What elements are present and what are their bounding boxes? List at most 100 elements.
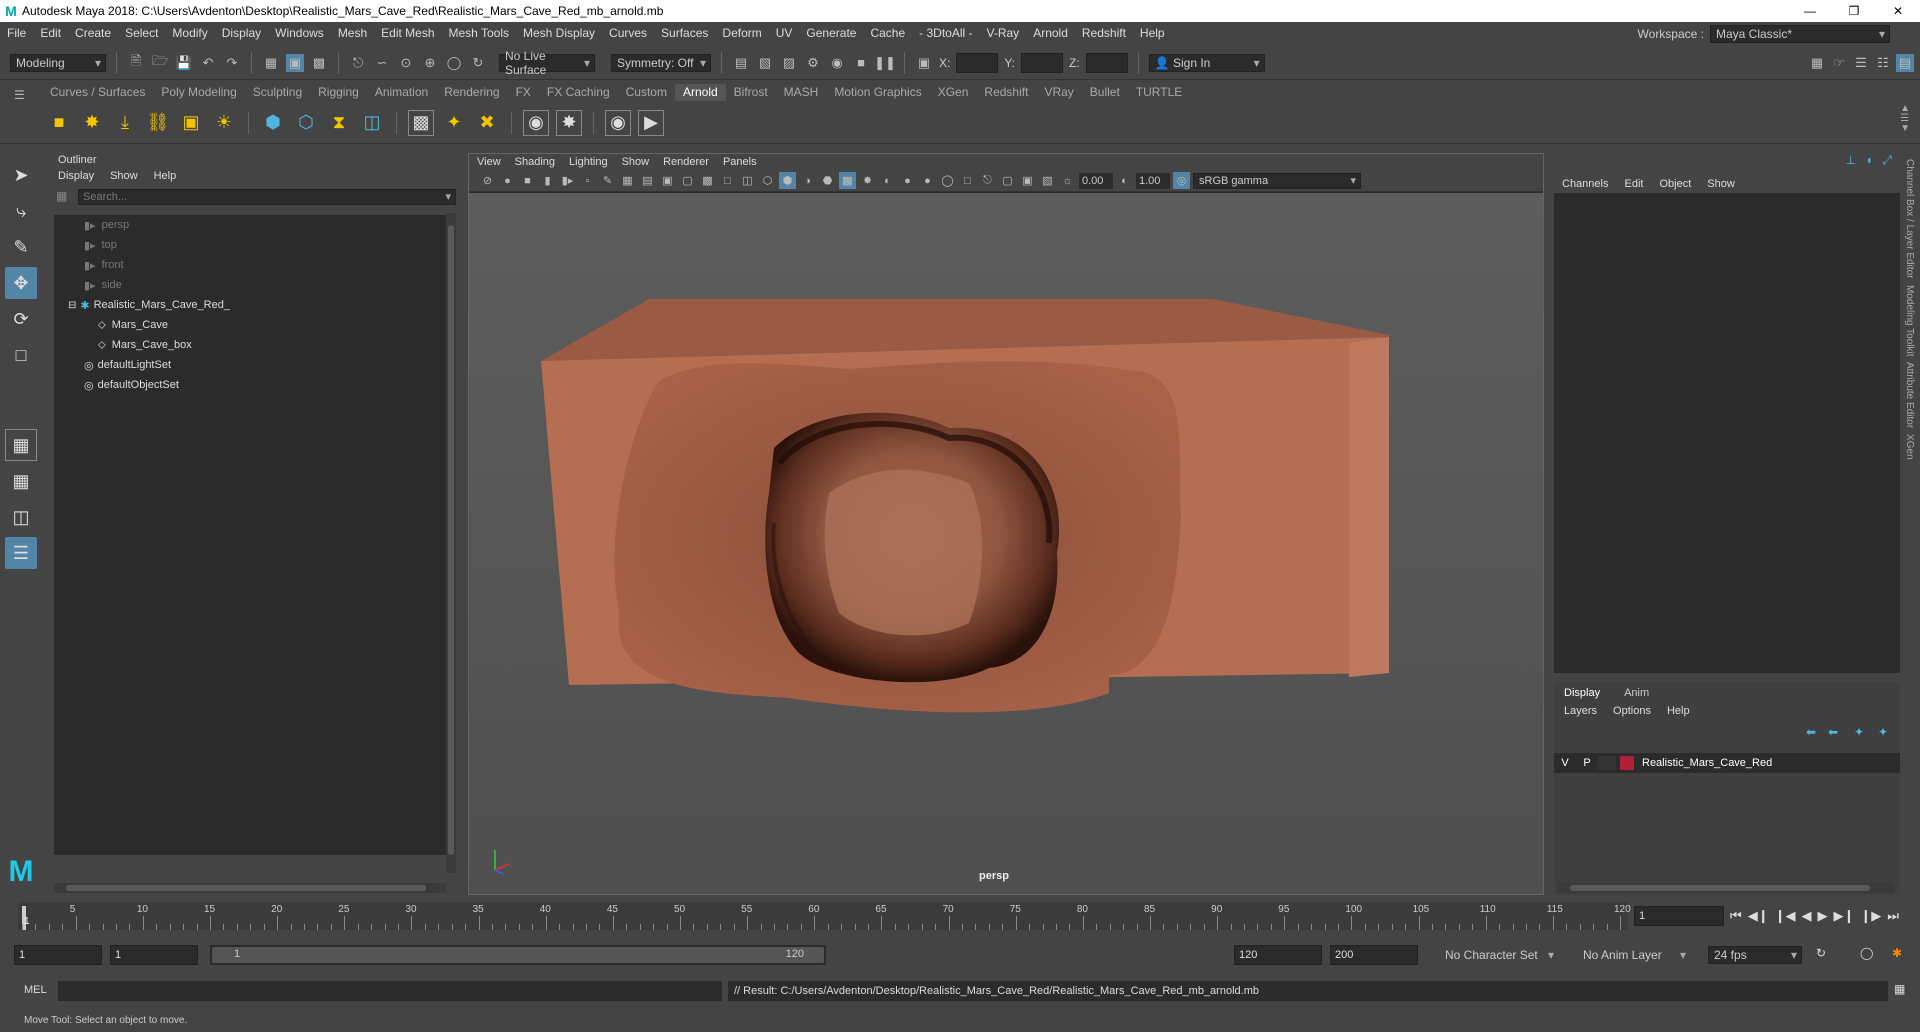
range-slider-handle[interactable] xyxy=(212,947,824,963)
use-all-lights-icon[interactable]: ✸ xyxy=(859,172,876,189)
scroll-thumb[interactable] xyxy=(1570,885,1870,891)
range-slider-track[interactable]: 1 120 xyxy=(210,945,826,965)
command-input[interactable] xyxy=(58,981,722,1001)
transform-input-icon[interactable]: ▣ xyxy=(915,54,933,72)
snap-surface-icon[interactable]: ◯ xyxy=(445,54,463,72)
channel-menu-channels[interactable]: Channels xyxy=(1562,178,1608,190)
isolate-select-icon[interactable]: ⎋ xyxy=(979,172,996,189)
volume-icon[interactable]: ◫ xyxy=(359,110,385,136)
side-tab-xgen[interactable]: XGen xyxy=(1904,434,1915,460)
shelf-tab[interactable]: Bullet xyxy=(1082,84,1128,101)
tool-settings-icon[interactable]: ☷ xyxy=(1874,54,1892,72)
curve-collector-icon[interactable]: ⧗ xyxy=(326,110,352,136)
menu-select[interactable]: Select xyxy=(118,26,165,40)
play-backwards-icon[interactable]: ◀ xyxy=(1801,908,1811,924)
current-time-field[interactable]: 1 xyxy=(1634,906,1724,926)
outliner-horizontal-scrollbar[interactable] xyxy=(54,883,446,893)
camera-icon[interactable]: ▮▸ xyxy=(559,172,576,189)
channel-menu-show[interactable]: Show xyxy=(1707,178,1735,190)
single-view-icon[interactable]: ▦ xyxy=(5,429,37,461)
step-back-frame-icon[interactable]: ❙◀ xyxy=(1775,908,1796,924)
viewport-menu-lighting[interactable]: Lighting xyxy=(569,156,608,168)
menu-mesh-tools[interactable]: Mesh Tools xyxy=(442,26,516,40)
layer-menu-layers[interactable]: Layers xyxy=(1564,705,1597,717)
scroll-thumb[interactable] xyxy=(66,885,426,891)
move-tool-icon[interactable]: ✥ xyxy=(5,267,37,299)
outliner-item-mars-cave-box[interactable]: ⬦ Mars_Cave_box xyxy=(54,335,452,355)
shelf-tab[interactable]: Poly Modeling xyxy=(153,84,244,101)
outliner-vertical-scrollbar[interactable] xyxy=(446,213,456,873)
xray-active-icon[interactable]: ▣ xyxy=(1019,172,1036,189)
collapse-icon[interactable]: ⊟ xyxy=(68,300,76,311)
camera-select-icon[interactable]: ⊘ xyxy=(479,172,496,189)
menu-windows[interactable]: Windows xyxy=(268,26,331,40)
material-icon[interactable]: ◉ xyxy=(523,109,549,136)
shelf-tab[interactable]: Bifrost xyxy=(726,84,776,101)
skydome-light-icon[interactable]: ⛓ xyxy=(145,110,171,136)
textured-icon[interactable]: ▩ xyxy=(839,172,856,189)
motion-blur-icon[interactable]: ● xyxy=(919,172,936,189)
new-layer-icon[interactable]: ✦ xyxy=(1854,725,1864,739)
lasso-tool-icon[interactable]: ⤷ xyxy=(5,195,37,227)
anim-layer-dropdown[interactable]: No Anim Layer xyxy=(1578,946,1690,964)
layer-visibility-toggle[interactable]: V xyxy=(1554,757,1576,769)
menu-curves[interactable]: Curves xyxy=(602,26,654,40)
close-icon[interactable]: ✕ xyxy=(1876,0,1920,22)
menu-mesh[interactable]: Mesh xyxy=(331,26,374,40)
gate-mask-icon[interactable]: ▢ xyxy=(679,172,696,189)
x-field[interactable] xyxy=(956,52,999,73)
time-slider-track[interactable]: 1 5 10 15 20 25 30 35 40 45 50 55 60 65 70 75 80 85 90 95 1… xyxy=(18,902,1631,930)
side-tab-attribute-editor[interactable]: Attribute Editor xyxy=(1904,362,1915,428)
maximize-icon[interactable]: ❐ xyxy=(1832,0,1876,22)
outliner-item-group[interactable]: ⊟ ✱ Realistic_Mars_Cave_Red_ xyxy=(54,295,452,315)
layer-menu-options[interactable]: Options xyxy=(1613,705,1651,717)
outliner-item-top[interactable]: ▮▸ top xyxy=(54,235,452,255)
default-material-icon[interactable]: ◑ xyxy=(799,172,816,189)
outliner-item-default-object-set[interactable]: ◎ defaultObjectSet xyxy=(54,375,452,395)
layer-tab-display[interactable]: Display xyxy=(1564,687,1600,699)
flush-cache-icon[interactable]: ✦ xyxy=(441,110,467,136)
menu-edit-mesh[interactable]: Edit Mesh xyxy=(374,26,441,40)
scale-tool-icon[interactable]: □ xyxy=(5,339,37,371)
snap-curve-icon[interactable]: ∽ xyxy=(373,54,391,72)
layer-menu-help[interactable]: Help xyxy=(1667,705,1690,717)
animation-end-field[interactable]: 200 xyxy=(1330,945,1418,965)
animation-start-field[interactable]: 1 xyxy=(14,945,102,965)
shelf-tab[interactable]: Curves / Surfaces xyxy=(42,84,153,101)
layer-horizontal-scrollbar[interactable] xyxy=(1558,883,1894,893)
wireframe-on-shaded-icon[interactable]: ⬣ xyxy=(819,172,836,189)
live-surface-dropdown[interactable]: No Live Surface xyxy=(499,49,595,77)
select-object-icon[interactable]: ▣ xyxy=(286,53,304,72)
shelf-tab[interactable]: Motion Graphics xyxy=(826,84,929,101)
play-forwards-icon[interactable]: ▶ xyxy=(1817,908,1827,924)
go-to-start-icon[interactable]: ⏮ xyxy=(1730,908,1742,924)
script-language-toggle[interactable]: MEL xyxy=(24,984,47,996)
menu-mesh-display[interactable]: Mesh Display xyxy=(516,26,602,40)
new-layer-selected-icon[interactable]: ✦ xyxy=(1878,725,1888,739)
shelf-menu-icon[interactable]: ☰ xyxy=(14,88,25,102)
exposure-field[interactable]: 0.00 xyxy=(1079,172,1113,189)
outliner-search-input[interactable]: Search... ▾ xyxy=(78,189,456,205)
pause-icon[interactable]: ❚❚ xyxy=(874,54,896,72)
shelf-tab[interactable]: FX Caching xyxy=(539,84,618,101)
save-scene-icon[interactable]: 💾 xyxy=(175,54,193,72)
outliner-item-persp[interactable]: ▮▸ persp xyxy=(54,215,452,235)
open-scene-icon[interactable]: 🗁 xyxy=(151,53,169,72)
outliner-item-side[interactable]: ▮▸ side xyxy=(54,275,452,295)
menu-file[interactable]: File xyxy=(0,26,33,40)
workspace-dropdown[interactable]: Maya Classic* xyxy=(1710,25,1890,43)
grid-icon[interactable]: ▦ xyxy=(619,172,636,189)
snap-point-icon[interactable]: ⊙ xyxy=(397,54,415,72)
layer-color-swatch[interactable] xyxy=(1620,756,1634,770)
render-settings-icon[interactable]: ⚙ xyxy=(804,54,822,72)
menu-3dtoall[interactable]: - 3DtoAll - xyxy=(912,26,979,40)
fps-dropdown[interactable]: 24 fps xyxy=(1708,946,1802,964)
outliner-item-front[interactable]: ▮▸ front xyxy=(54,255,452,275)
menu-surfaces[interactable]: Surfaces xyxy=(654,26,715,40)
light-manager-icon[interactable]: ✸ xyxy=(556,109,582,136)
menu-cache[interactable]: Cache xyxy=(863,26,912,40)
menu-help[interactable]: Help xyxy=(1133,26,1172,40)
menu-deform[interactable]: Deform xyxy=(715,26,768,40)
minimize-icon[interactable]: — xyxy=(1788,0,1832,22)
outliner-menu-show[interactable]: Show xyxy=(110,170,138,182)
